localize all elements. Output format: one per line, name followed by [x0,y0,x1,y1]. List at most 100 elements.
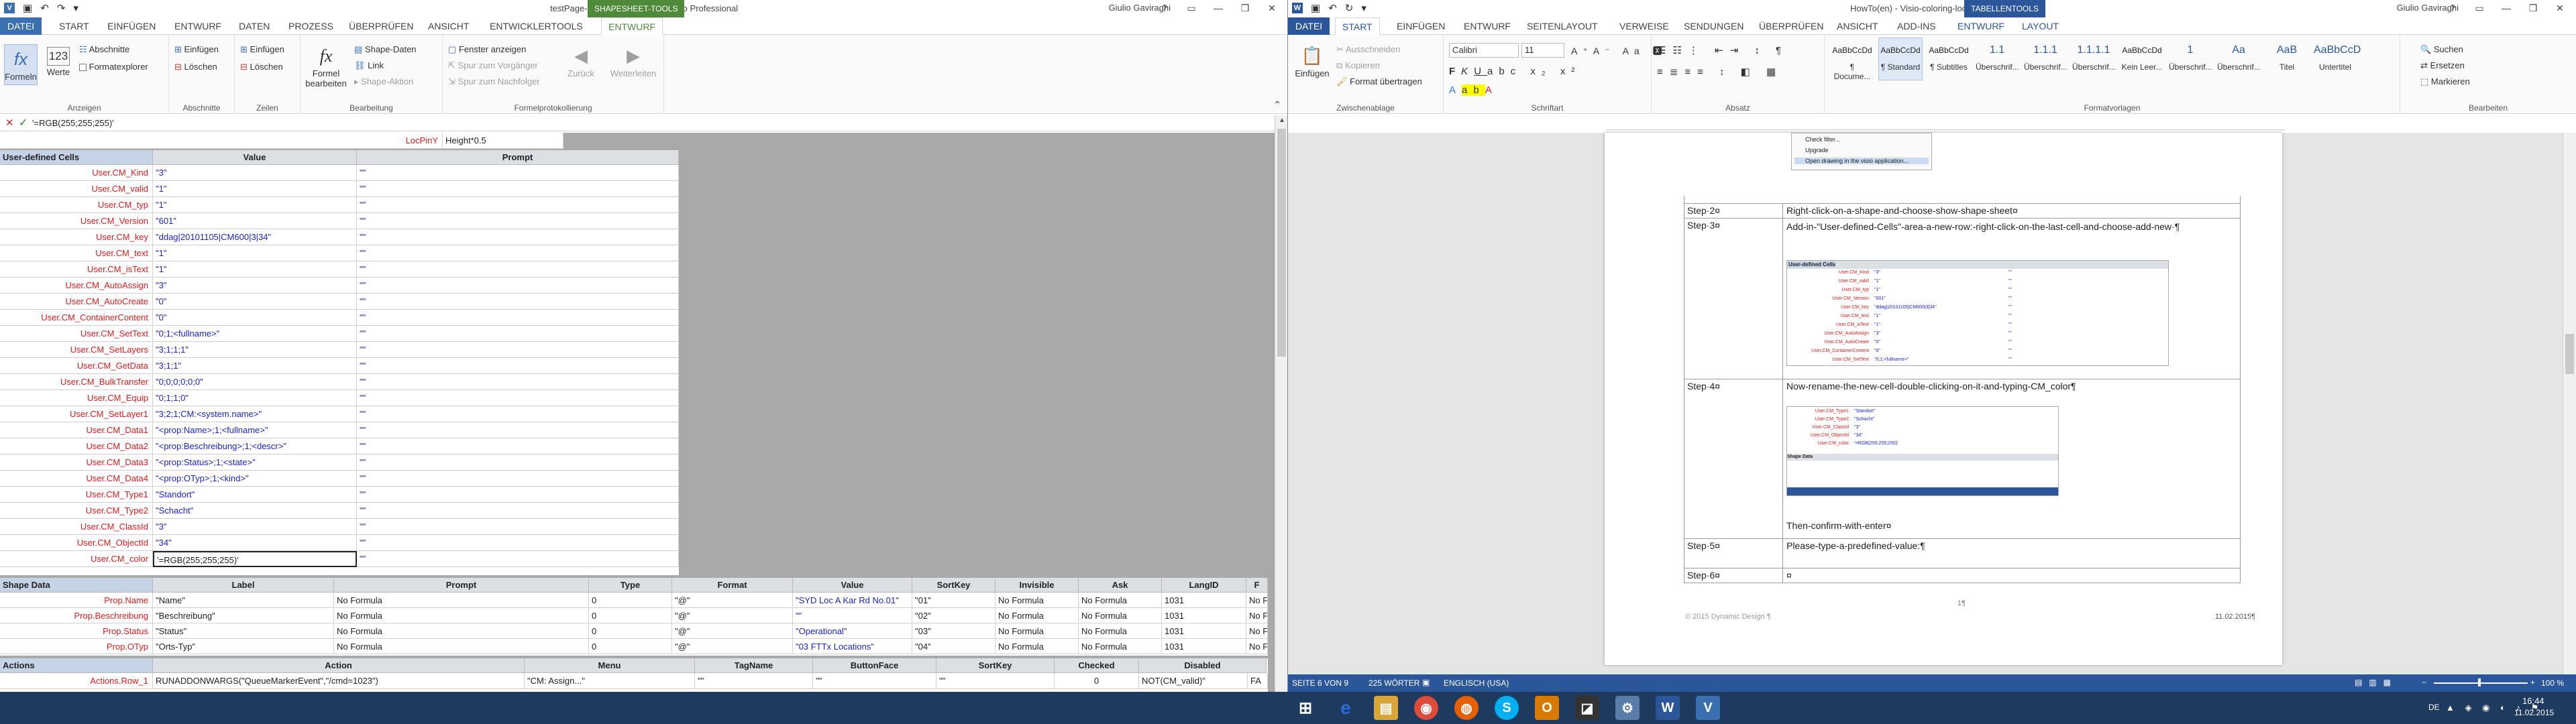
word-tab-datei[interactable]: DATEI [1288,17,1330,35]
actions-row-sortkey[interactable]: "" [936,673,1055,689]
sd-name-cell[interactable]: Prop.Name [0,593,153,608]
help-icon[interactable]: ? [1151,0,1178,16]
status-zoom[interactable]: 100 % [2541,678,2564,688]
shape-aktion-button[interactable]: ▸ Shape-Aktion [354,76,413,87]
sd-type-cell[interactable]: 0 [589,608,672,623]
udc-value-cell[interactable]: "3;1;1;1" [153,342,357,358]
word-tab-ansicht[interactable]: ANSICHT [1830,17,1884,35]
udc-name-cell[interactable]: User.CM_Type2 [0,503,153,519]
taskbar-date[interactable]: 11.02.2015 [2514,708,2554,717]
udc-value-cell[interactable]: "<prop:Name>;1;<fullname>" [153,422,357,438]
tab-start[interactable]: START [52,17,96,35]
udc-prompt-cell[interactable]: "" [357,551,679,567]
udc-prompt-cell[interactable]: "" [357,487,679,503]
abschnitte-einfuegen-button[interactable]: ⊞ Einfügen [174,44,219,55]
sd-langid-cell[interactable]: 1031 [1162,623,1246,639]
app-icon-settings[interactable]: ⚙ [1615,696,1640,720]
udc-prompt-cell[interactable]: "" [357,455,679,471]
udc-value-cell[interactable]: "1" [153,245,357,261]
sd-invisible-cell[interactable]: No Formula [996,623,1079,639]
scroll-up-icon[interactable]: ▲ [1279,117,1285,124]
sd-name-cell[interactable]: Prop.Beschreibung [0,608,153,623]
tab-ansicht[interactable]: ANSICHT [421,17,476,35]
udc-prompt-cell[interactable]: "" [357,422,679,438]
zurueck-button[interactable]: ◀ Zurück [561,44,601,79]
ie-icon[interactable]: e [1334,696,1358,720]
actions-row-action[interactable]: RUNADDONWARGS("QueueMarkerEvent","/cmd=1… [153,673,525,689]
udc-prompt-cell[interactable]: "" [357,471,679,487]
word-tab-seitenlayout[interactable]: SEITENLAYOUT [1520,17,1605,35]
tab-entwurf[interactable]: ENTWURF [168,17,228,35]
style-item[interactable]: AaB Titel [2265,38,2309,80]
ribbon-display-icon[interactable]: ▭ [1178,0,1205,16]
sd-extra-cell[interactable]: No F [1246,593,1268,608]
collapse-ribbon-icon[interactable]: ⌃ [1273,99,1281,111]
udc-value-cell[interactable]: "0;0;0;0;0;0" [153,374,357,390]
udc-name-cell[interactable]: User.CM_typ [0,197,153,213]
actions-row-checked[interactable]: 0 [1055,673,1139,689]
udc-prompt-cell[interactable]: "" [357,229,679,245]
tab-entwicklertools[interactable]: ENTWICKLERTOOLS [483,17,590,35]
sd-langid-cell[interactable]: 1031 [1162,639,1246,654]
cut-button[interactable]: ✂ Ausschneiden [1336,44,1400,55]
udc-prompt-cell[interactable]: "" [357,197,679,213]
udc-value-cell[interactable]: "3;2;1;CM:<system.name>" [153,406,357,422]
select-button[interactable]: ⬚ Markieren [2420,76,2470,87]
udc-name-cell[interactable]: User.CM_ClassId [0,519,153,535]
word-tab-entwurf[interactable]: ENTWURF [1457,17,1517,35]
sd-label-cell[interactable]: "Status" [153,623,334,639]
style-item[interactable]: 1.1.1 Überschrif... [2023,38,2068,80]
firefox-icon[interactable]: ◍ [1454,696,1479,720]
sd-extra-cell[interactable]: No F [1246,639,1268,654]
sd-invisible-cell[interactable]: No Formula [996,639,1079,654]
tab-shapesheet-entwurf[interactable]: ENTWURF [601,17,663,35]
udc-value-cell[interactable]: "3" [153,165,357,181]
word-vertical-scroll-thumb[interactable] [2565,334,2574,374]
sd-sortkey-cell[interactable]: "04" [912,639,996,654]
font-name-select[interactable]: Calibri [1449,43,1519,58]
sd-ask-cell[interactable]: No Formula [1079,593,1162,608]
accept-formula-icon[interactable]: ✓ [19,116,28,129]
locpin-name[interactable]: LocPinY [0,133,443,149]
sd-extra-cell[interactable]: No F [1246,623,1268,639]
word-tab-verweise[interactable]: VERWEISE [1613,17,1676,35]
fenster-anzeigen-button[interactable]: ▢ Fenster anzeigen [448,44,526,55]
zeilen-loeschen-button[interactable]: ⊟ Löschen [240,62,283,72]
sd-type-cell[interactable]: 0 [589,639,672,654]
word-minimize-icon[interactable]: — [2493,0,2520,16]
udc-prompt-cell[interactable]: "" [357,213,679,229]
sd-ask-cell[interactable]: No Formula [1079,608,1162,623]
udc-name-cell[interactable]: User.CM_AutoAssign [0,278,153,294]
style-item[interactable]: 1.1 Überschrif... [1975,38,2019,80]
udc-value-cell[interactable]: "<prop:Beschreibung>;1;<descr>" [153,438,357,455]
word-tab-ueberpruefen[interactable]: ÜBERPRÜFEN [1752,17,1830,35]
sd-invisible-cell[interactable]: No Formula [996,608,1079,623]
udc-value-cell[interactable]: "3;1;1" [153,358,357,374]
udc-name-cell[interactable]: User.CM_ContainerContent [0,310,153,326]
udc-name-cell[interactable]: User.CM_Data2 [0,438,153,455]
sd-value-cell[interactable]: "Operational" [793,623,912,639]
cancel-formula-icon[interactable]: ✕ [5,117,14,129]
udc-name-cell[interactable]: User.CM_BulkTransfer [0,374,153,390]
maximize-icon[interactable]: ❐ [1232,0,1258,16]
udc-name-cell[interactable]: User.CM_SetLayers [0,342,153,358]
sd-name-cell[interactable]: Prop.OTyp [0,639,153,654]
link-button[interactable]: ⛓ Link [354,60,384,71]
udc-prompt-cell[interactable]: "" [357,310,679,326]
sd-extra-cell[interactable]: No F [1246,608,1268,623]
udc-prompt-cell[interactable]: "" [357,342,679,358]
actions-row-buttonface[interactable]: "" [813,673,936,689]
udc-name-cell[interactable]: User.CM_Data3 [0,455,153,471]
actions-row-menu[interactable]: "CM: Assign..." [525,673,695,689]
word-tab-addins[interactable]: ADD-INS [1890,17,1943,35]
udc-prompt-cell[interactable]: "" [357,181,679,197]
outlook-icon[interactable]: O [1535,696,1559,720]
udc-value-cell[interactable]: "1" [153,197,357,213]
udc-prompt-cell[interactable]: "" [357,503,679,519]
zeilen-einfuegen-button[interactable]: ⊞ Einfügen [240,44,284,55]
style-item[interactable]: AaBbCcDd ¶ Docume... [1830,38,1874,81]
style-item[interactable]: 1.1.1.1 Überschrif... [2072,38,2116,80]
zoom-in-icon[interactable]: + [2530,678,2535,687]
udc-prompt-cell[interactable]: "" [357,278,679,294]
word-taskbar-icon[interactable]: W [1656,696,1680,720]
